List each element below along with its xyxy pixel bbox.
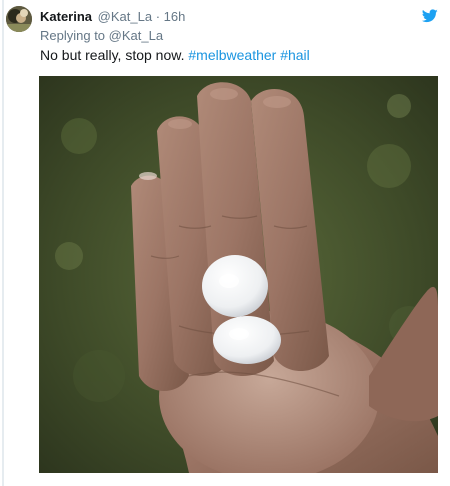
display-name[interactable]: Katerina [40, 9, 92, 24]
user-handle[interactable]: @Kat_La [98, 9, 152, 24]
hashtag-melbweather[interactable]: #melbweather [188, 47, 276, 63]
reply-context: Replying to @Kat_La [40, 28, 163, 44]
tweet-text-body: No but really, stop now. [40, 47, 189, 63]
separator-dot: · [155, 9, 161, 24]
tweet-photo[interactable] [39, 76, 438, 473]
reply-mention-link[interactable]: @Kat_La [109, 28, 163, 43]
reply-prefix: Replying to [40, 28, 106, 43]
avatar[interactable] [6, 6, 32, 32]
tweet-text: No but really, stop now. #melbweather #h… [40, 46, 310, 64]
timestamp[interactable]: 16h [164, 9, 186, 24]
twitter-bird-icon[interactable] [422, 9, 438, 23]
hashtag-hail[interactable]: #hail [280, 47, 310, 63]
tweet: Katerina @Kat_La · 16h Replying to @Kat_… [0, 0, 450, 486]
tweet-header: Katerina @Kat_La · 16h [40, 9, 185, 25]
